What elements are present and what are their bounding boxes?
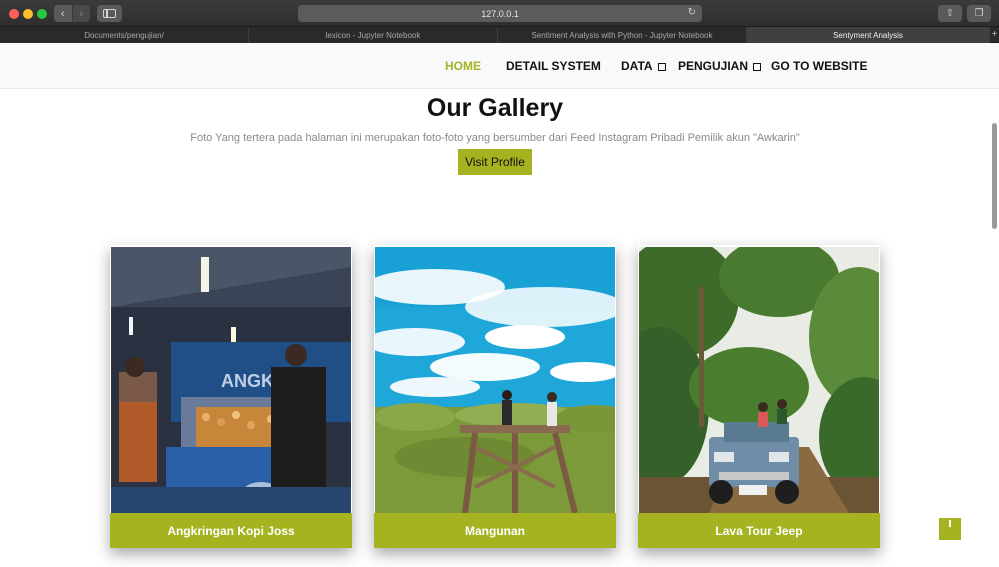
gallery-card-lava-tour-jeep[interactable]: Lava Tour Jeep (638, 245, 880, 548)
gallery-subtitle: Foto Yang tertera pada halaman ini merup… (190, 132, 800, 144)
photo-mangunan (375, 247, 615, 513)
browser-window: ‹ › 127.0.0.1 ↻ ⇧ ❐ Documents/pengujian/… (0, 0, 999, 567)
scroll-top-button[interactable] (939, 518, 961, 540)
tabs-overview-icon: ❐ (974, 8, 984, 19)
reload-icon[interactable]: ↻ (688, 7, 696, 18)
dropdown-caret-icon (657, 63, 666, 71)
nav-pengujian-label: PENGUJIAN (678, 59, 749, 73)
browser-toolbar: ‹ › 127.0.0.1 ↻ ⇧ ❐ (0, 0, 999, 27)
tab-sentyment-analysis[interactable]: Sentyment Analysis (747, 27, 990, 43)
nav-data-label: DATA (621, 59, 653, 73)
sidebar-toggle-button[interactable] (97, 5, 122, 22)
back-button[interactable]: ‹ (54, 5, 73, 22)
chevron-left-icon: ‹ (60, 7, 65, 20)
gallery-card-angkringan[interactable]: ANGKR Angkringan Kopi Joss (110, 245, 352, 548)
site-navbar: HOME DETAIL SYSTEM DATA PENGUJIAN GO TO … (0, 43, 999, 89)
photo-lava-tour-jeep (639, 247, 879, 513)
tab-documents[interactable]: Documents/pengujian/ (0, 27, 249, 43)
close-window-button[interactable] (9, 9, 19, 19)
sidebar-icon (103, 9, 116, 18)
card-label: Mangunan (374, 513, 616, 548)
tab-label: Sentiment Analysis with Python - Jupyter… (531, 30, 713, 40)
card-label: Lava Tour Jeep (638, 513, 880, 548)
gallery-title: Our Gallery (426, 94, 564, 122)
scrollbar-thumb[interactable] (992, 123, 997, 229)
tab-sentiment-notebook[interactable]: Sentiment Analysis with Python - Jupyter… (498, 27, 747, 43)
nav-go-to-website[interactable]: GO TO WEBSITE (771, 59, 867, 73)
minimize-window-button[interactable] (23, 9, 33, 19)
address-bar[interactable]: 127.0.0.1 ↻ (298, 5, 702, 22)
gallery-card-mangunan[interactable]: Mangunan (374, 245, 616, 548)
visit-profile-button[interactable]: Visit Profile (458, 149, 532, 175)
scroll-top-icon (949, 520, 951, 527)
tab-lexicon[interactable]: lexicon - Jupyter Notebook (249, 27, 498, 43)
nav-detail-system[interactable]: DETAIL SYSTEM (506, 59, 601, 73)
share-icon: ⇧ (945, 8, 955, 19)
tab-label: Documents/pengujian/ (84, 30, 164, 40)
tab-label: Sentyment Analysis (833, 30, 903, 40)
nav-pengujian[interactable]: PENGUJIAN (678, 59, 762, 73)
tabs-overview-button[interactable]: ❐ (967, 5, 991, 22)
photo-angkringan: ANGKR (111, 247, 351, 513)
card-label: Angkringan Kopi Joss (110, 513, 352, 548)
new-tab-button[interactable]: + (990, 27, 999, 42)
zoom-window-button[interactable] (37, 9, 47, 19)
nav-data[interactable]: DATA (621, 59, 666, 73)
page-scrollbar[interactable] (990, 43, 999, 567)
url-text: 127.0.0.1 (481, 8, 519, 19)
history-nav: ‹ › (54, 5, 90, 22)
forward-button[interactable]: › (72, 5, 90, 22)
tab-label: lexicon - Jupyter Notebook (325, 30, 421, 40)
share-button[interactable]: ⇧ (938, 5, 962, 22)
nav-home[interactable]: HOME (445, 59, 481, 73)
tab-strip: Documents/pengujian/ lexicon - Jupyter N… (0, 27, 999, 43)
chevron-right-icon: › (79, 7, 84, 20)
dropdown-caret-icon (753, 63, 762, 71)
